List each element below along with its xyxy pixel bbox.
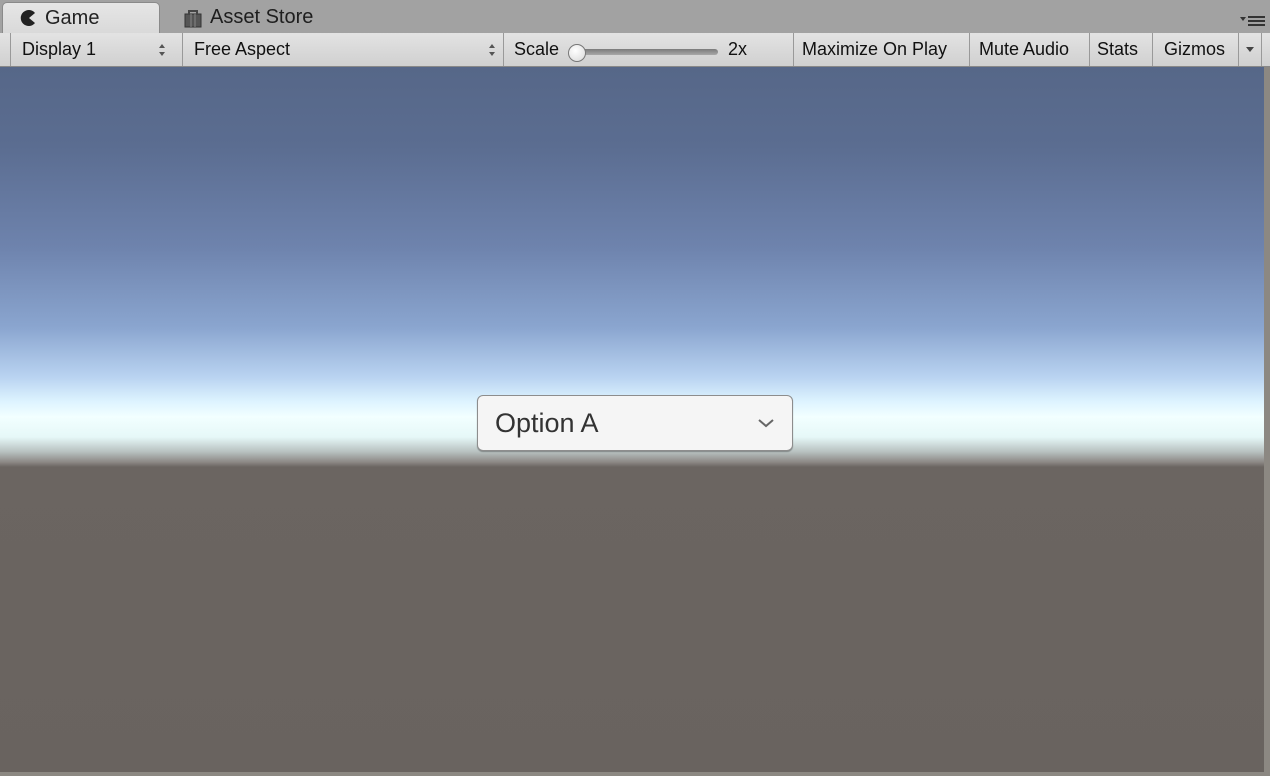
gizmos-label: Gizmos [1164, 39, 1226, 59]
viewport-border [1264, 67, 1270, 776]
tab-game[interactable]: Game [2, 2, 160, 33]
tab-label: Game [45, 6, 100, 29]
updown-arrows-icon [489, 44, 495, 56]
option-dropdown[interactable]: Option A [477, 395, 793, 451]
tab-bar: Game Asset Store [0, 0, 1270, 33]
tab-label: Asset Store [210, 6, 314, 28]
game-pacman-icon [17, 8, 39, 28]
scale-slider-track[interactable] [578, 49, 718, 55]
mute-label: Mute Audio [979, 39, 1070, 59]
viewport-border [0, 772, 1270, 776]
dropdown-triangle-icon [1246, 46, 1254, 52]
tab-asset-store[interactable]: Asset Store [178, 2, 348, 33]
maximize-on-play-toggle[interactable]: Maximize On Play [793, 33, 969, 66]
stats-toggle[interactable]: Stats [1089, 33, 1152, 66]
mute-audio-toggle[interactable]: Mute Audio [969, 33, 1089, 66]
chevron-down-icon [758, 419, 774, 428]
panel-menu-icon [1240, 16, 1265, 26]
aspect-select[interactable]: Free Aspect [182, 33, 502, 66]
dropdown-selected-label: Option A [495, 408, 599, 438]
display-select[interactable]: Display 1 [10, 33, 172, 66]
asset-store-bag-icon [182, 8, 204, 28]
display-select-value: Display 1 [22, 39, 97, 59]
panel-options-menu[interactable] [1238, 12, 1266, 28]
gizmos-toggle[interactable]: Gizmos [1152, 33, 1238, 66]
stats-label: Stats [1097, 39, 1139, 59]
gizmos-dropdown[interactable] [1238, 33, 1262, 66]
scale-slider-thumb[interactable] [568, 44, 586, 62]
maximize-label: Maximize On Play [802, 39, 948, 59]
aspect-select-value: Free Aspect [194, 39, 291, 59]
scale-label: Scale [514, 39, 560, 59]
updown-arrows-icon [159, 44, 165, 56]
scale-value: 2x [728, 39, 748, 59]
